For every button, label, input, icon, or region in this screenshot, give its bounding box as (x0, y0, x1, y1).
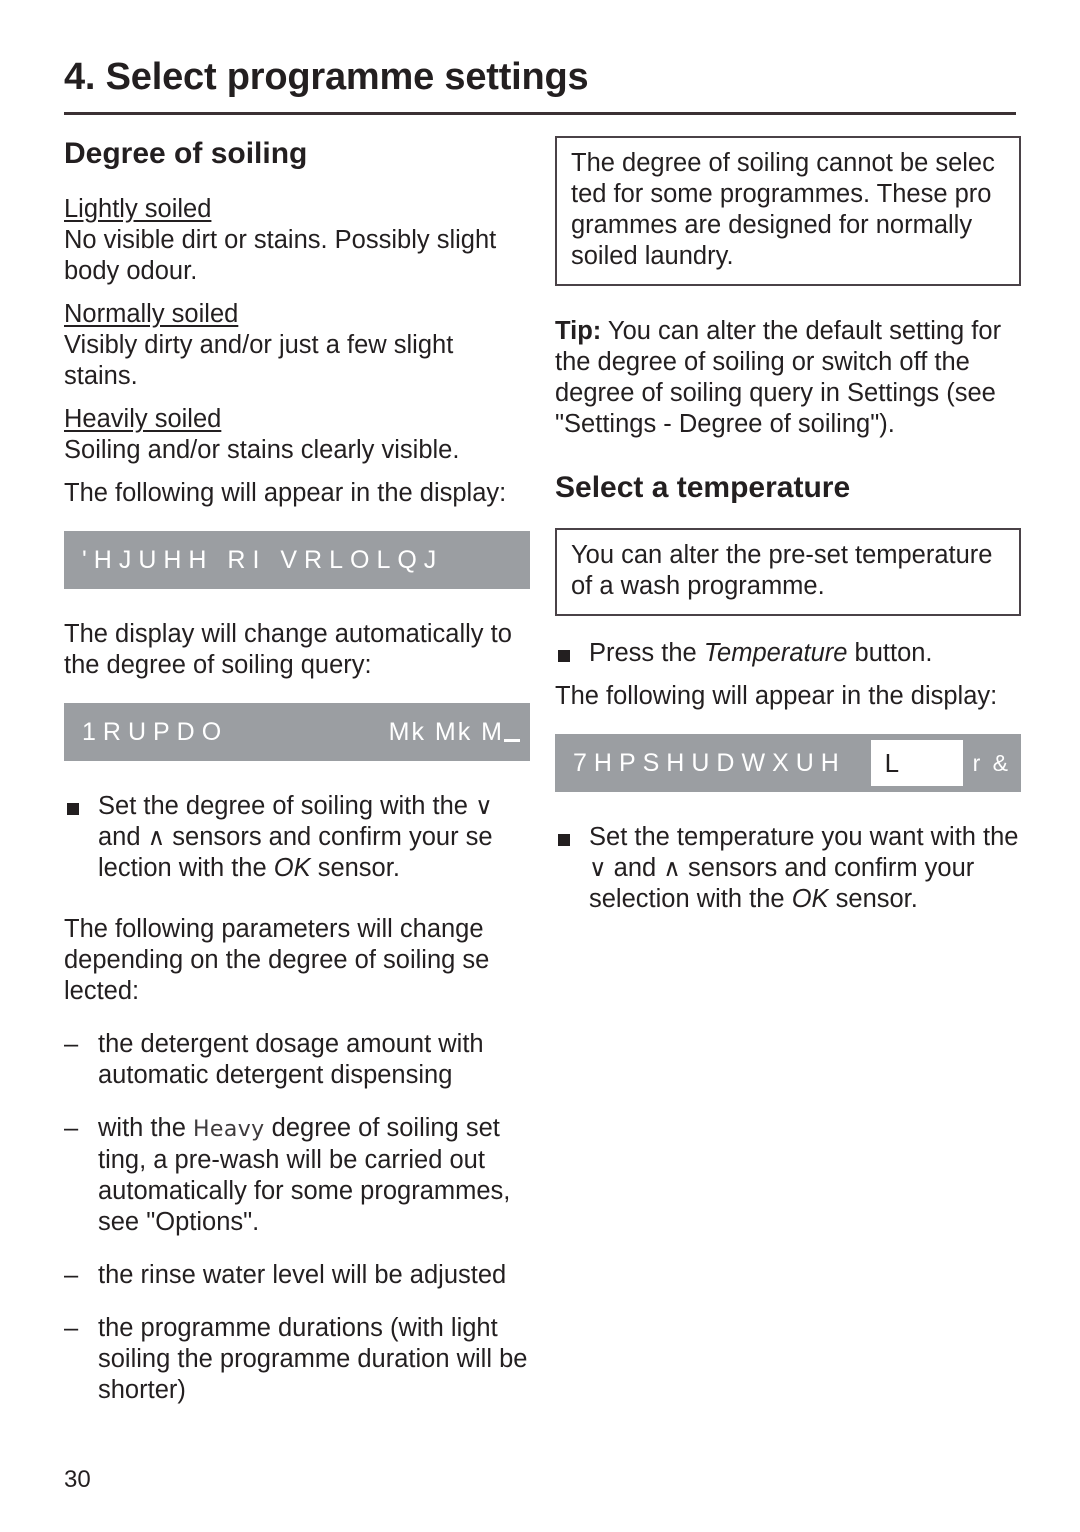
instruction-text-temperature: Temperature (703, 639, 848, 667)
instruction-text-ok: OK (273, 854, 311, 882)
chevron-down-icon: ∨ (589, 854, 607, 882)
tip-paragraph: Tip: You can alter the default setting f… (555, 316, 1021, 440)
manual-page: 4. Select programme settings Degree of s… (0, 0, 1080, 1532)
soiling-level-description-normally: Visibly dirty and/or just a few slight s… (64, 331, 454, 390)
display-text-normal: 1RUPDO (82, 717, 229, 746)
left-column: Degree of soiling Lightly soiled No visi… (64, 136, 530, 1406)
note-box-alter-temperature: You can alter the pre-set temperature of… (555, 528, 1021, 616)
instruction-text-mid: and (606, 854, 664, 882)
display-intro-text-left: The following will appear in the display… (64, 479, 507, 507)
dash-bullet-icon: – (64, 1261, 79, 1289)
section-heading-degree-of-soiling: Degree of soiling (64, 137, 308, 170)
parameter-item-rinse-water-level: – the rinse water level will be adjusted (64, 1260, 530, 1291)
page-title: 4. Select programme settings (64, 56, 589, 98)
temperature-unit-suffix: r & (972, 749, 1011, 776)
chevron-up-icon: ∧ (663, 854, 681, 882)
display-change-note: The display will change automatically to… (64, 620, 512, 679)
parameter-item-pre-wash: – with the Heavy degree of soiling set t… (64, 1113, 530, 1238)
appliance-display-normal: 1RUPDO Mk Mk M (64, 703, 530, 761)
instruction-text-prefix: Set the degree of soiling with the (98, 792, 476, 820)
soiling-level-label-heavily: Heavily soiled (64, 405, 222, 433)
square-bullet-icon (558, 650, 570, 662)
parameter-text: the programme durations (with light soil… (98, 1314, 528, 1404)
parameter-text: the rinse water level will be adjusted (98, 1261, 507, 1289)
dash-bullet-icon: – (64, 1114, 79, 1142)
instruction-text-ok: OK (791, 885, 829, 913)
instruction-set-degree-of-soiling: Set the degree of soiling with the ∨ and… (64, 791, 530, 884)
section-heading-select-temperature: Select a temperature (555, 471, 851, 504)
chevron-down-icon: ∨ (475, 792, 493, 820)
tip-label: Tip: (555, 317, 602, 345)
soiling-level-label-lightly: Lightly soiled (64, 195, 212, 223)
instruction-text-tail: sensor. (310, 854, 400, 882)
instruction-press-temperature-button: Press the Temperature button. (555, 638, 1021, 669)
dash-bullet-icon: – (64, 1030, 79, 1058)
instruction-text-prefix: Press the (589, 639, 704, 667)
header-divider (64, 112, 1016, 115)
parameter-text: the detergent dosage amount with automat… (98, 1030, 484, 1089)
instruction-text-tail: button. (847, 639, 933, 667)
appliance-display-degree-of-soiling: 'HJUHH RI VRLOLQJ (64, 531, 530, 589)
instruction-text-prefix: Set the temperature you want with the (589, 823, 1019, 851)
square-bullet-icon (67, 803, 79, 815)
square-bullet-icon (558, 834, 570, 846)
parameter-text-prefix: with the (98, 1114, 193, 1142)
display-word-heavy: Heavy (192, 1117, 265, 1142)
display-intro-text-right: The following will appear in the display… (555, 682, 998, 710)
display-text-degree-of-soiling: 'HJUHH RI VRLOLQJ (82, 545, 444, 574)
display-text-normal-indicators: Mk Mk M (389, 718, 520, 747)
parameters-intro-text: The following parameters will change dep… (64, 915, 490, 1005)
tip-text: You can alter the default setting for th… (555, 317, 1002, 438)
instruction-text-tail: sensor. (828, 885, 918, 913)
display-text-temperature: 7HPSHUDWXUH (573, 748, 846, 777)
instruction-set-temperature: Set the temperature you want with the ∨ … (555, 822, 1021, 915)
parameter-item-programme-duration: – the programme durations (with light so… (64, 1313, 530, 1406)
dash-bullet-icon: – (64, 1314, 79, 1342)
soiling-level-label-normally: Normally soiled (64, 300, 239, 328)
note-text: The degree of soiling cannot be selec te… (571, 149, 995, 270)
appliance-display-temperature: 7HPSHUDWXUH L r & (555, 734, 1021, 792)
parameter-item-detergent-dosage: – the detergent dosage amount with autom… (64, 1029, 530, 1091)
chevron-up-icon: ∧ (147, 823, 166, 851)
temperature-value: L (870, 740, 963, 786)
soiling-level-description-lightly: No visible dirt or stains. Possibly slig… (64, 226, 497, 285)
instruction-text-mid: and (98, 823, 148, 851)
page-number: 30 (64, 1466, 91, 1493)
temperature-value-field[interactable]: L r & (870, 734, 1021, 792)
soiling-level-description-heavily: Soiling and/or stains clearly visible. (64, 436, 460, 464)
note-box-degree-not-selectable: The degree of soiling cannot be selec te… (555, 136, 1021, 286)
right-column: The degree of soiling cannot be selec te… (555, 136, 1021, 915)
note-text: You can alter the pre-set temperature of… (571, 541, 993, 600)
